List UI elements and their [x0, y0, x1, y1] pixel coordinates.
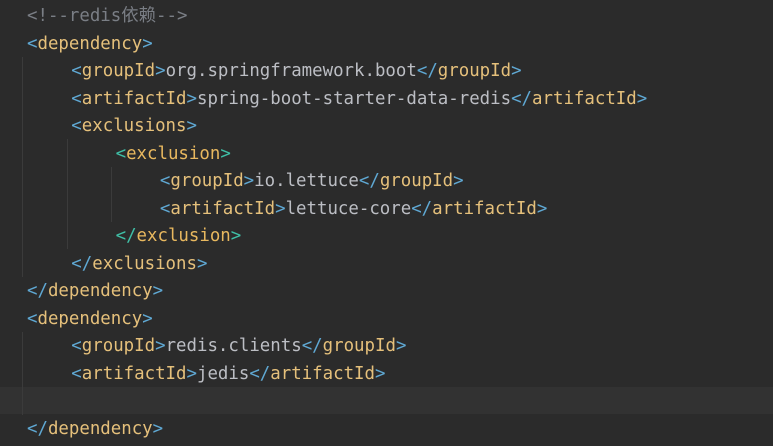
current-line-highlight — [0, 387, 773, 414]
tag-bracket: > — [275, 198, 286, 219]
code-line[interactable]: <!--redis依赖--> — [27, 3, 187, 31]
tag-bracket: > — [196, 253, 208, 274]
tag-name: groupId — [322, 336, 396, 356]
tag-bracket: > — [142, 308, 153, 329]
tag-bracket: < — [159, 198, 171, 219]
tag-name: artifactId — [81, 88, 187, 109]
tag-bracket: > — [536, 198, 548, 219]
tag-name: artifactId — [270, 363, 375, 384]
code-line[interactable]: <artifactId>spring-boot-starter-data-red… — [71, 86, 647, 114]
tag-bracket: < — [115, 143, 127, 164]
indent-guide — [22, 332, 23, 415]
code-line[interactable]: <exclusions> — [71, 113, 197, 141]
tag-bracket: < — [71, 363, 82, 384]
code-line[interactable]: <exclusion> — [116, 141, 231, 169]
tag-bracket: > — [152, 418, 164, 439]
tag-bracket: </ — [416, 61, 438, 81]
tag-name: artifactId — [81, 363, 187, 384]
tag-value: org.springframework.boot — [165, 61, 417, 81]
tag-name: artifactId — [170, 198, 276, 219]
tag-name: groupId — [81, 61, 156, 81]
tag-name: dependency — [47, 418, 153, 439]
tag-name: exclusions — [92, 253, 197, 274]
tag-name: exclusion — [126, 143, 221, 164]
tag-name: artifactId — [532, 88, 637, 109]
tag-bracket: </ — [358, 171, 380, 191]
tag-bracket: </ — [115, 226, 137, 246]
code-line[interactable]: <groupId>org.springframework.boot</group… — [71, 58, 521, 86]
tag-bracket: </ — [71, 253, 93, 274]
tag-bracket: </ — [27, 418, 48, 439]
tag-bracket: </ — [249, 363, 271, 384]
tag-bracket: > — [186, 116, 197, 136]
code-line[interactable]: <dependency> — [27, 306, 153, 334]
tag-name: artifactId — [432, 198, 537, 219]
code-line[interactable]: <dependency> — [27, 31, 153, 59]
tag-bracket: > — [155, 336, 166, 356]
tag-bracket: < — [71, 336, 82, 356]
code-line[interactable]: <artifactId>lettuce-core</artifactId> — [160, 196, 547, 224]
tag-name: exclusions — [81, 116, 187, 136]
tag-bracket: < — [27, 308, 38, 329]
code-line[interactable]: <artifactId>jedis</artifactId> — [71, 361, 385, 389]
tag-bracket: < — [27, 33, 38, 54]
tag-bracket: < — [71, 61, 82, 81]
tag-bracket: < — [71, 88, 82, 109]
tag-value: lettuce-core — [285, 198, 412, 219]
tag-bracket: > — [152, 281, 164, 301]
tag-name: groupId — [379, 171, 454, 191]
tag-name: groupId — [437, 61, 512, 81]
tag-bracket: </ — [301, 336, 323, 356]
tag-name: dependency — [37, 308, 143, 329]
tag-bracket: > — [453, 171, 464, 191]
tag-name: groupId — [170, 171, 244, 191]
indent-guide — [22, 57, 23, 277]
tag-bracket: > — [243, 171, 255, 191]
code-line[interactable]: </exclusion> — [116, 223, 242, 251]
code-line[interactable]: </exclusions> — [71, 251, 207, 279]
tag-name: exclusion — [136, 226, 231, 246]
tag-bracket: < — [159, 171, 171, 191]
indent-guide — [111, 167, 112, 222]
code-line[interactable]: </dependency> — [27, 278, 163, 306]
tag-value: redis.clients — [165, 336, 302, 356]
tag-bracket: > — [186, 363, 197, 384]
code-line[interactable]: <groupId>redis.clients</groupId> — [71, 333, 406, 361]
tag-name: dependency — [47, 281, 153, 301]
tag-name: dependency — [37, 33, 143, 54]
xml-comment: <!--redis依赖--> — [27, 6, 188, 26]
tag-value: io.lettuce — [254, 171, 359, 191]
tag-value: jedis — [196, 363, 250, 384]
tag-bracket: > — [374, 363, 386, 384]
tag-bracket: > — [186, 88, 197, 109]
tag-bracket: > — [511, 61, 522, 81]
tag-bracket: </ — [27, 281, 48, 301]
code-line[interactable]: <groupId>io.lettuce</groupId> — [160, 168, 464, 196]
tag-bracket: > — [230, 226, 242, 246]
tag-bracket: > — [395, 336, 407, 356]
tag-value: spring-boot-starter-data-redis — [196, 88, 512, 109]
code-line[interactable]: </dependency> — [27, 416, 163, 444]
tag-bracket: </ — [511, 88, 533, 109]
tag-bracket: > — [636, 88, 648, 109]
tag-bracket: > — [155, 61, 166, 81]
tag-bracket: > — [142, 33, 153, 54]
tag-name: groupId — [81, 336, 156, 356]
code-editor[interactable]: <!--redis依赖--> <dependency> <groupId>org.s… — [0, 0, 773, 446]
indent-guide — [67, 139, 68, 249]
tag-bracket: > — [220, 143, 231, 164]
tag-bracket: </ — [411, 198, 433, 219]
tag-bracket: < — [71, 116, 82, 136]
